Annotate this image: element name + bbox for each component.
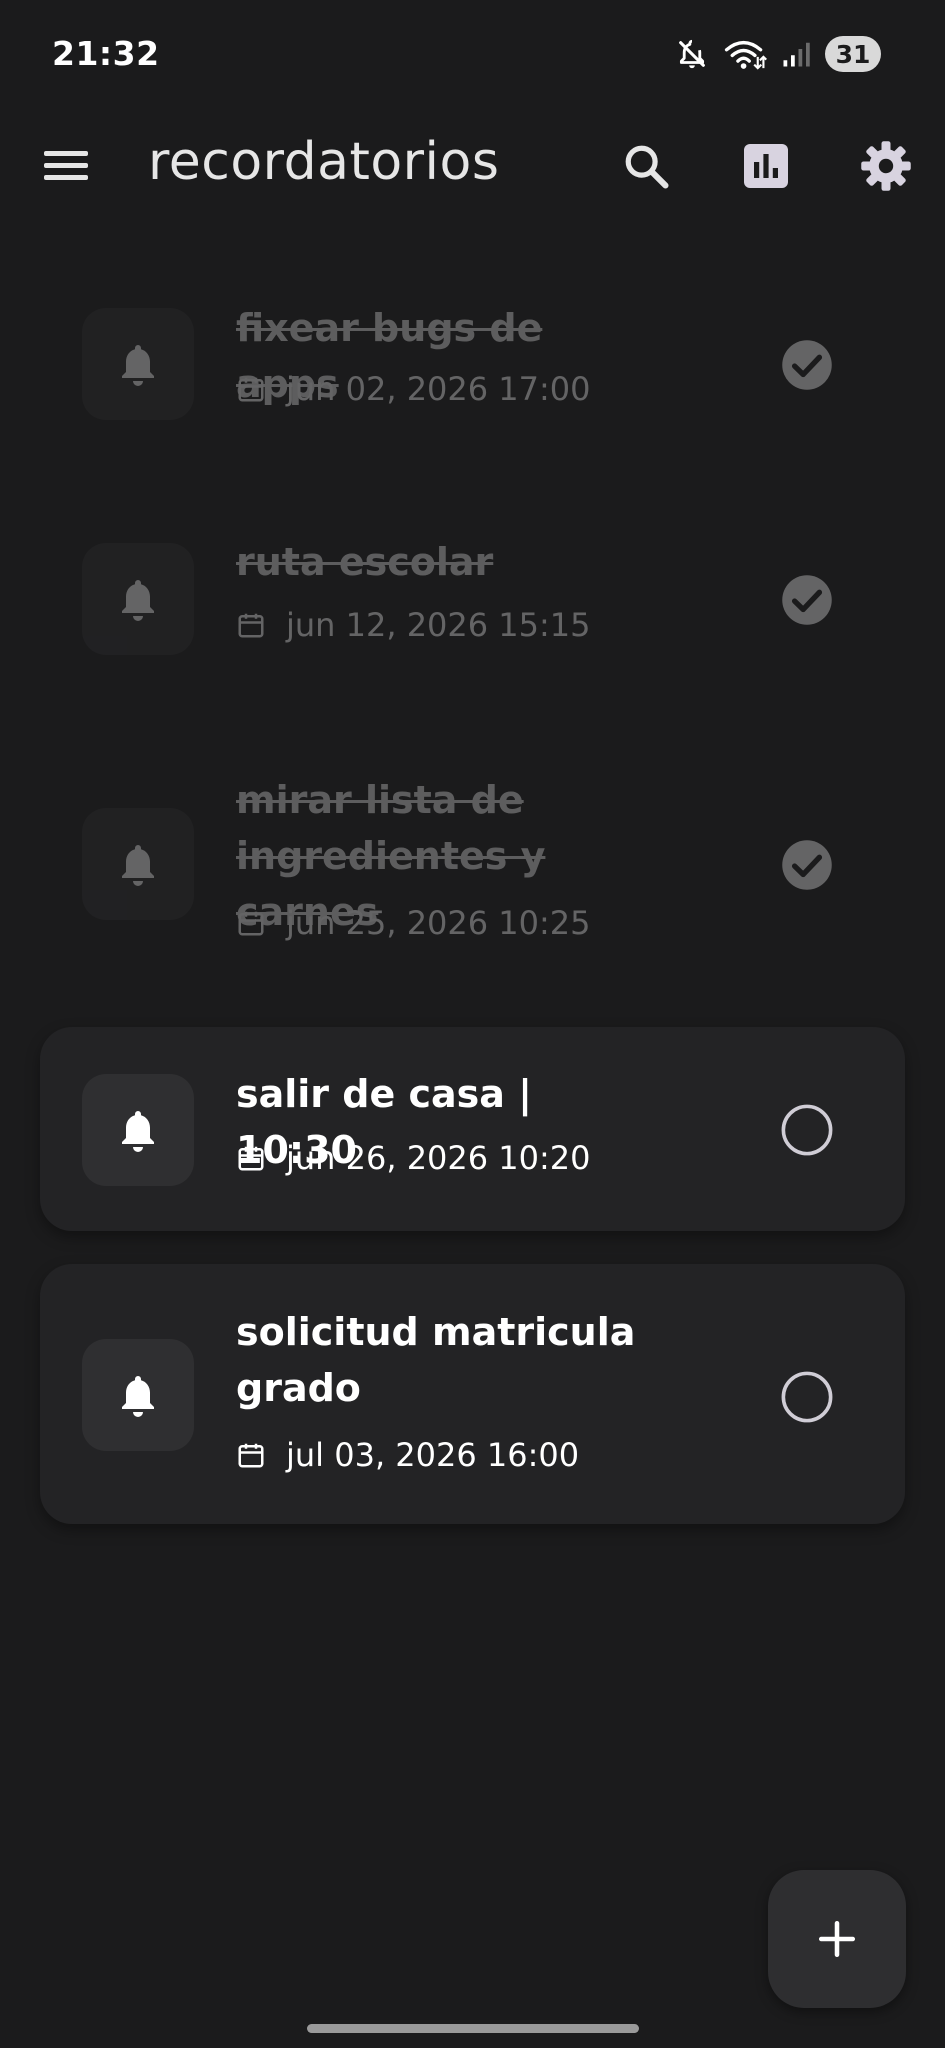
- bell-icon: [122, 1111, 154, 1152]
- bell-icon: [122, 1376, 154, 1417]
- bell-icon: [122, 345, 154, 386]
- bell-icon: [122, 845, 154, 886]
- completed-check-icon[interactable]: [780, 838, 834, 892]
- reminder-icon-box: [82, 808, 194, 920]
- reminder-date-text: jun 02, 2026 17:00: [286, 370, 591, 408]
- reminder-date-text: jun 12, 2026 15:15: [286, 606, 591, 644]
- battery-indicator: 31: [825, 36, 881, 72]
- top-app-bar: recordatorios: [0, 110, 945, 220]
- reminder-title: ruta escolar: [236, 540, 494, 584]
- reminder-card[interactable]: ruta escolar jun 12, 2026 15:15: [40, 527, 905, 677]
- calendar-icon: [238, 377, 264, 402]
- reminder-date: jun 26, 2026 10:20: [236, 1139, 591, 1177]
- mute-icon: [679, 39, 705, 69]
- status-time: 21:32: [52, 34, 160, 73]
- bell-icon: [122, 580, 154, 621]
- signal-icon: [783, 42, 810, 67]
- reminder-date-text: jun 26, 2026 10:20: [286, 1139, 591, 1177]
- page-title: recordatorios: [148, 132, 500, 192]
- calendar-icon: [238, 613, 264, 638]
- reminder-card[interactable]: salir de casa | 10:30 jun 26, 2026 10:20: [40, 1027, 905, 1231]
- search-button[interactable]: [614, 134, 678, 198]
- status-bar: 21:32 31: [0, 0, 945, 110]
- plus-icon: [818, 1920, 856, 1958]
- reminder-icon-box: [82, 1074, 194, 1186]
- menu-icon: [44, 151, 88, 180]
- wifi-icon: [724, 40, 767, 70]
- settings-button[interactable]: [854, 134, 918, 198]
- status-icons: 31: [675, 36, 881, 72]
- statistics-button[interactable]: [734, 134, 798, 198]
- home-indicator[interactable]: [307, 2024, 639, 2033]
- reminder-title: solicitud matricula grado: [236, 1310, 636, 1410]
- completed-check-icon[interactable]: [780, 338, 834, 392]
- bar-chart-icon: [744, 144, 788, 188]
- reminder-card[interactable]: fixear bugs de apps jun 02, 2026 17:00: [40, 290, 905, 440]
- reminder-card[interactable]: solicitud matricula grado jul 03, 2026 1…: [40, 1264, 905, 1524]
- reminder-card[interactable]: mirar lista de ingredientes y carnes jun…: [40, 762, 905, 962]
- reminder-date: jun 25, 2026 10:25: [236, 904, 591, 942]
- reminders-screen: 21:32 31 recordatorios fixear bugs de ap…: [0, 0, 945, 2048]
- reminder-date-text: jul 03, 2026 16:00: [286, 1436, 580, 1474]
- completed-check-icon[interactable]: [780, 573, 834, 627]
- calendar-icon: [238, 911, 264, 936]
- reminder-date: jun 02, 2026 17:00: [236, 370, 591, 408]
- menu-button[interactable]: [42, 146, 96, 186]
- reminder-date-text: jun 25, 2026 10:25: [286, 904, 591, 942]
- reminder-icon-box: [82, 1339, 194, 1451]
- incomplete-circle-icon[interactable]: [780, 1370, 834, 1424]
- incomplete-circle-icon[interactable]: [780, 1103, 834, 1157]
- add-reminder-button[interactable]: [768, 1870, 906, 2008]
- calendar-icon: [238, 1443, 264, 1468]
- reminder-icon-box: [82, 308, 194, 420]
- reminder-date: jun 12, 2026 15:15: [236, 606, 591, 644]
- calendar-icon: [238, 1146, 264, 1171]
- search-icon: [625, 145, 669, 189]
- reminder-date: jul 03, 2026 16:00: [236, 1436, 579, 1474]
- reminder-icon-box: [82, 543, 194, 655]
- gear-icon: [861, 141, 911, 191]
